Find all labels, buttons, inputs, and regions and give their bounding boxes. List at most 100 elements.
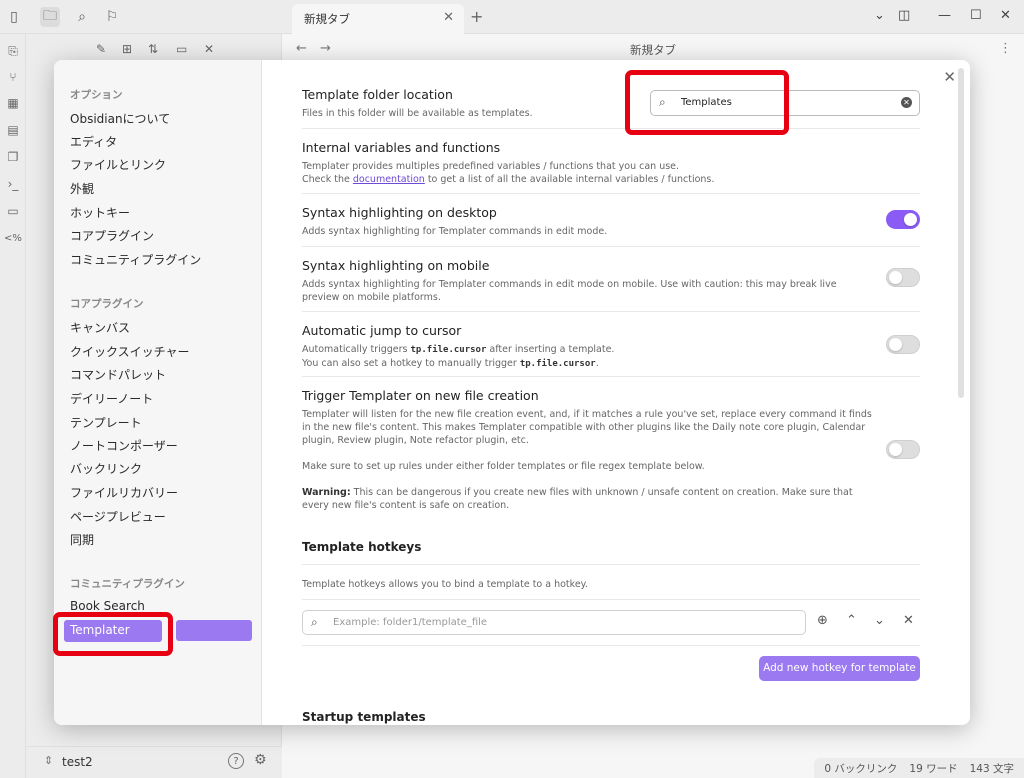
search-icon: ⌕: [311, 615, 318, 629]
sidebar-item-hotkeys[interactable]: ホットキー: [70, 204, 130, 221]
sidebar-item-quick-switcher[interactable]: クイックスイッチャー: [70, 343, 190, 360]
open-switcher-icon[interactable]: ⎘: [4, 42, 22, 60]
move-down-icon[interactable]: ⌄: [874, 613, 885, 628]
tab-title: 新規タブ: [304, 12, 350, 26]
word-count: 19 ワード: [909, 763, 958, 775]
sidebar-toggle-icon[interactable]: ▯: [4, 7, 24, 27]
setting-desc: Automatically triggers tp.file.cursor af…: [302, 343, 920, 371]
new-tab-icon[interactable]: +: [470, 7, 483, 26]
move-up-icon[interactable]: ⌃: [846, 613, 857, 628]
canvas-icon[interactable]: ▦: [4, 94, 22, 112]
drag-highlight: [176, 620, 252, 641]
graph-icon[interactable]: ⑂: [4, 68, 22, 86]
setting-desc: Adds syntax highlighting for Templater c…: [302, 226, 608, 237]
new-folder-icon[interactable]: ⊞: [122, 42, 132, 56]
highlight-folder-input: [625, 70, 789, 135]
backlinks-count[interactable]: 0 バックリンク: [824, 761, 897, 775]
desc-line: Templater provides multiples predefined …: [302, 161, 680, 172]
status-bar: 0 バックリンク 19 ワード 143 文字: [814, 758, 1024, 778]
collapse-icon[interactable]: ▭: [176, 42, 187, 56]
tab-close-icon[interactable]: ✕: [443, 10, 454, 25]
calendar-icon[interactable]: ▤: [4, 121, 22, 139]
templater-icon[interactable]: <%: [4, 229, 22, 247]
startup-title: Startup templates: [302, 710, 426, 724]
sidebar-header-options: オプション: [70, 89, 123, 101]
terminal-icon[interactable]: ›_: [4, 175, 22, 193]
sidebar-item-book-search[interactable]: Book Search: [70, 599, 145, 613]
setting-syntax-desktop: Syntax highlighting on desktop Adds synt…: [302, 205, 920, 247]
window-close-icon[interactable]: ✕: [1000, 8, 1011, 23]
warning-text: This can be dangerous if you create new …: [302, 487, 853, 511]
more-options-icon[interactable]: ⋮: [999, 41, 1012, 56]
documentation-link[interactable]: documentation: [353, 174, 425, 185]
sidebar-item-backlinks[interactable]: バックリンク: [70, 460, 142, 477]
warning-label: Warning:: [302, 487, 351, 498]
clear-icon[interactable]: ✕: [901, 97, 912, 108]
desc-text: Check the: [302, 174, 353, 185]
setting-desc: Templater provides multiples predefined …: [302, 160, 920, 186]
syntax-desktop-toggle[interactable]: [886, 210, 920, 229]
maximize-icon[interactable]: ☐: [970, 8, 982, 23]
sidebar-item-sync[interactable]: 同期: [70, 531, 94, 548]
add-hotkey-button[interactable]: Add new hotkey for template: [759, 656, 920, 681]
sidebar-header-core: コアプラグイン: [70, 298, 144, 310]
highlight-templater-item: [53, 612, 173, 656]
add-circle-icon[interactable]: ⊕: [817, 613, 828, 628]
sidebar-item-appearance[interactable]: 外観: [70, 180, 94, 197]
auto-jump-toggle[interactable]: [886, 335, 920, 354]
sidebar-item-page-preview[interactable]: ページプレビュー: [70, 508, 166, 525]
sidebar-item-daily-notes[interactable]: デイリーノート: [70, 390, 153, 407]
chevron-down-icon[interactable]: ⌄: [874, 8, 885, 23]
settings-content: Template folder location Files in this f…: [262, 60, 970, 725]
warning-para: Warning: This can be dangerous if you cr…: [302, 486, 872, 512]
sidebar-item-about[interactable]: Obsidianについて: [70, 110, 170, 127]
desc-text: to get a list of all the available inter…: [424, 174, 715, 185]
sort-icon[interactable]: ⇅: [148, 42, 158, 56]
sidebar-item-canvas[interactable]: キャンバス: [70, 319, 130, 336]
layout-icon[interactable]: ◫: [898, 8, 910, 23]
vault-switcher[interactable]: ⇕ test2 ? ⚙: [26, 746, 282, 778]
hotkeys-desc: Template hotkeys allows you to bind a te…: [302, 579, 588, 590]
gear-icon[interactable]: ⚙: [254, 752, 267, 768]
setting-name: Syntax highlighting on desktop: [302, 205, 497, 220]
sidebar-item-editor[interactable]: エディタ: [70, 133, 117, 150]
title-bar: ▯ 🗀 ⌕ ⚐ 新規タブ ✕ + ⌄ ◫ — ☐ ✕: [0, 0, 1024, 34]
delete-icon[interactable]: ✕: [903, 613, 914, 628]
divider: [302, 599, 920, 600]
chevron-updown-icon: ⇕: [44, 754, 54, 767]
book-icon[interactable]: ▭: [4, 202, 22, 220]
sidebar-item-templates[interactable]: テンプレート: [70, 414, 142, 431]
sidebar-item-command-palette[interactable]: コマンドパレット: [70, 366, 166, 383]
sidebar-header-community: コミュニティプラグイン: [70, 578, 185, 590]
divider: [302, 645, 920, 646]
minimize-icon[interactable]: —: [938, 8, 951, 23]
sidebar-item-community-plugins[interactable]: コミュニティプラグイン: [70, 251, 201, 268]
scrollbar[interactable]: [958, 68, 964, 398]
help-icon[interactable]: ?: [228, 753, 244, 769]
search-icon[interactable]: ⌕: [72, 7, 92, 27]
setting-auto-jump: Automatic jump to cursor Automatically t…: [302, 323, 920, 377]
syntax-mobile-toggle[interactable]: [886, 268, 920, 287]
sidebar-item-core-plugins[interactable]: コアプラグイン: [70, 227, 154, 244]
sidebar-item-files-links[interactable]: ファイルとリンク: [70, 156, 166, 173]
setting-desc: Adds syntax highlighting for Templater c…: [302, 279, 837, 303]
sidebar-item-file-recovery[interactable]: ファイルリカバリー: [70, 484, 178, 501]
hotkey-template-input[interactable]: ⌕ Example: folder1/template_file: [302, 610, 806, 635]
hotkeys-title: Template hotkeys: [302, 540, 422, 554]
new-note-icon[interactable]: ✎: [96, 42, 106, 56]
hotkey-placeholder: Example: folder1/template_file: [333, 617, 488, 628]
tab-new[interactable]: 新規タブ ✕: [292, 4, 464, 34]
templates-icon[interactable]: ❐: [4, 148, 22, 166]
bookmark-icon[interactable]: ⚐: [102, 7, 122, 27]
setting-desc: Templater will listen for the new file c…: [302, 408, 872, 512]
close-all-icon[interactable]: ✕: [204, 42, 214, 56]
setting-name: Syntax highlighting on mobile: [302, 258, 490, 273]
editor-title: 新規タブ: [630, 43, 676, 57]
divider: [302, 564, 920, 565]
folder-icon[interactable]: 🗀: [40, 7, 60, 27]
vault-name: test2: [62, 755, 93, 769]
setting-name: Automatic jump to cursor: [302, 323, 462, 338]
desc-text: You can also set a hotkey to manually tr…: [302, 358, 520, 369]
trigger-new-file-toggle[interactable]: [886, 440, 920, 459]
sidebar-item-note-composer[interactable]: ノートコンポーザー: [70, 437, 178, 454]
